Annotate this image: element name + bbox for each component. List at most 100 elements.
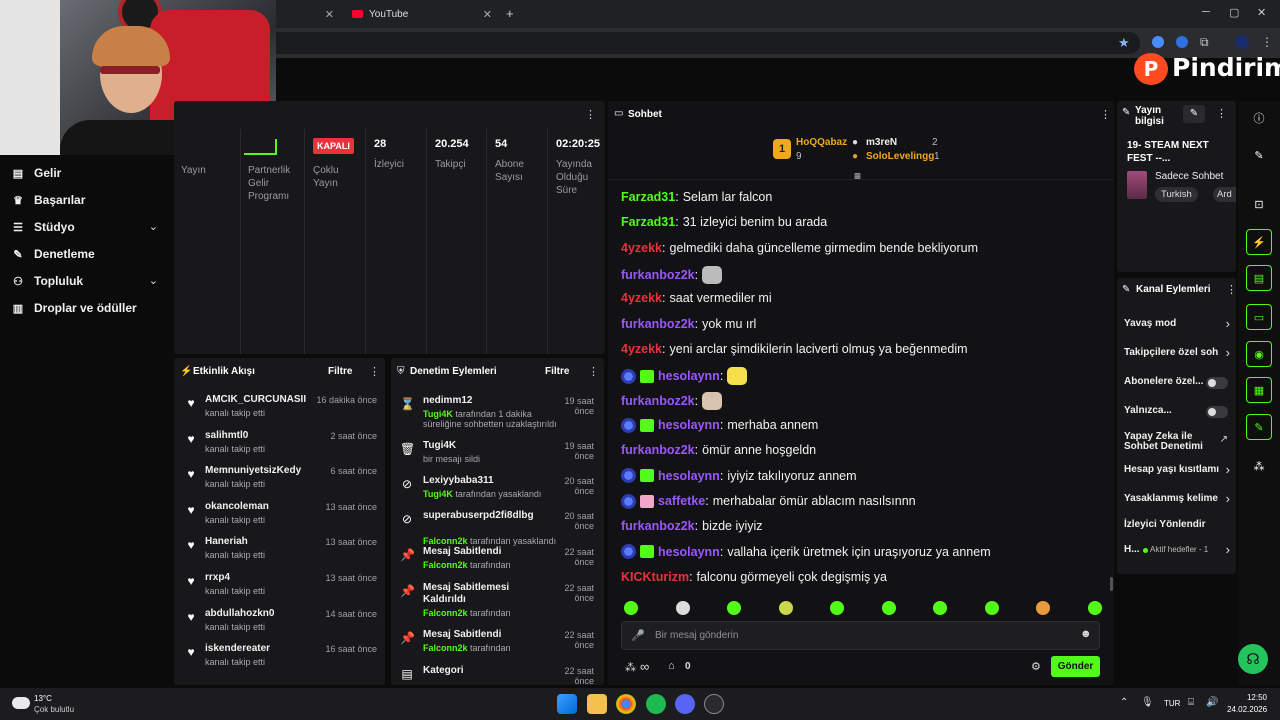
leader-name[interactable]: HoQQabaz <box>796 137 847 148</box>
leader-name[interactable]: SoloLevelingg <box>866 151 934 162</box>
channel-action-item[interactable]: Yavaş mod › <box>1117 316 1236 341</box>
chat-scrollbar[interactable] <box>1110 577 1113 591</box>
windows-start-icon[interactable] <box>557 694 577 714</box>
clock-time[interactable]: 12:50 <box>1245 693 1267 702</box>
chat-input-box[interactable]: 🎤 Bir mesaj gönderin ☻ <box>621 621 1100 650</box>
channel-action-item[interactable]: İzleyici Yönlendir <box>1117 520 1236 542</box>
stats-menu-icon[interactable]: ⋮ <box>585 108 596 121</box>
activity-user[interactable]: MemnuniyetsizKedy <box>205 465 301 476</box>
chat-message[interactable]: furkanboz2k: bizde iyiyiz <box>621 519 763 533</box>
chat-message[interactable]: Farzad31:31 izleyici benim bu arada <box>621 215 827 229</box>
emote-icon[interactable] <box>624 601 638 615</box>
tag-chip[interactable]: Ard <box>1213 187 1236 202</box>
activity-item[interactable]: ♥ salihmtl0 kanalı takip etti 2 saat önce <box>174 430 385 462</box>
network-icon[interactable]: ⌸ <box>1188 697 1194 708</box>
channel-action-item[interactable]: Abonelere özel... <box>1117 377 1236 399</box>
emote-icon[interactable] <box>933 601 947 615</box>
points-icon[interactable]: ⁂ <box>625 661 636 674</box>
chat-username[interactable]: 4yzekk <box>621 291 662 305</box>
chat-username[interactable]: furkanboz2k <box>621 268 695 282</box>
chat-message[interactable]: 4yzekk: saat vermediler mi <box>621 291 772 305</box>
chat-menu-icon[interactable]: ⋮ <box>1100 108 1111 121</box>
browser-tab-youtube[interactable]: YouTube ✕ <box>344 3 500 25</box>
lightning-icon[interactable]: ⚡ <box>1246 229 1272 255</box>
puzzle-icon[interactable]: ⧉ <box>1200 35 1209 50</box>
moderator-name[interactable]: Falconn2k <box>423 643 468 653</box>
moderator-name[interactable]: Tugi4K <box>423 489 453 499</box>
chevron-down-icon[interactable]: ⌄ <box>149 274 158 287</box>
menu-kebab-icon[interactable]: ⋮ <box>1261 35 1273 49</box>
chrome-icon[interactable] <box>616 694 636 714</box>
clock-date[interactable]: 24.02.2026 <box>1227 705 1267 714</box>
community-icon[interactable]: ⁂ <box>1246 453 1272 479</box>
nav-item-basarilar[interactable]: ♛ Başarılar <box>12 193 85 207</box>
emote-icon[interactable] <box>830 601 844 615</box>
chat-username[interactable]: furkanboz2k <box>621 519 695 533</box>
chevron-up-icon[interactable]: ⌃ <box>1120 697 1128 708</box>
activity-user[interactable]: abdullahozkn0 <box>205 608 274 619</box>
moderation-item[interactable]: 🗑 Tugi4K bir mesajı sildi 19 saat önce <box>391 440 604 474</box>
close-tab-icon[interactable]: ✕ <box>483 8 492 21</box>
chat-message[interactable]: furkanboz2k: yok mu ırl <box>621 317 756 331</box>
clipboard-icon[interactable]: ▤ <box>1246 265 1272 291</box>
chat-username[interactable]: Farzad31 <box>621 215 675 229</box>
channel-action-item[interactable]: Yapay Zeka ile Sohbet Denetimi ↗ <box>1117 432 1236 454</box>
emote-icon[interactable] <box>778 601 793 615</box>
chat-username[interactable]: 4yzekk <box>621 342 662 356</box>
moderation-menu-icon[interactable]: ⋮ <box>588 365 599 378</box>
activity-user[interactable]: salihmtl0 <box>205 430 248 441</box>
chat-username[interactable]: furkanboz2k <box>621 394 695 408</box>
category-name[interactable]: Sadece Sohbet <box>1155 171 1223 182</box>
chat-username[interactable]: hesolaynn <box>658 418 720 432</box>
chevron-right-icon[interactable]: › <box>1226 316 1230 331</box>
activity-item[interactable]: ♥ MemnuniyetsizKedy kanalı takip etti 6 saa… <box>174 465 385 497</box>
close-tab-icon[interactable]: ✕ <box>325 8 334 21</box>
chat-username[interactable]: hesolaynn <box>658 545 720 559</box>
chat-message[interactable]: KICKturizm: falconu görmeyeli çok degişmi… <box>621 570 887 584</box>
emote-icon[interactable] <box>1036 601 1050 615</box>
emote-icon[interactable] <box>1087 601 1102 615</box>
broadcast-icon[interactable]: ◉ <box>1246 341 1272 367</box>
new-tab-button[interactable]: + <box>506 6 514 21</box>
chat-username[interactable]: Farzad31 <box>621 190 675 204</box>
toggle-switch[interactable] <box>1206 377 1228 389</box>
chevron-right-icon[interactable]: › <box>1226 345 1230 360</box>
url-field[interactable] <box>150 32 1140 54</box>
activity-menu-icon[interactable]: ⋮ <box>369 365 380 378</box>
activity-item[interactable]: ♥ AMCIK_CURCUNASII kanalı takip etti 16 dak… <box>174 394 385 426</box>
emote-icon[interactable] <box>675 601 690 615</box>
toggle-switch[interactable] <box>1206 406 1228 418</box>
maximize-button[interactable]: ▢ <box>1229 6 1239 19</box>
channel-action-item[interactable]: H... Aktif hedefler - 1 › <box>1117 542 1236 567</box>
chat-message[interactable]: 4yzekk: yeni arclar şimdikilerin lacivert… <box>621 342 968 356</box>
activity-filter-button[interactable]: Filtre <box>328 366 352 377</box>
minimize-button[interactable]: ─ <box>1202 6 1210 18</box>
microphone-icon[interactable]: 🎤 <box>631 629 645 642</box>
chat-message[interactable]: hesolaynn: iyiyiz takılıyoruz annem <box>621 468 857 484</box>
external-link-icon[interactable]: ↗ <box>1220 434 1228 445</box>
nav-item-droplar[interactable]: ▥ Droplar ve ödüller <box>12 301 137 315</box>
profile-avatar[interactable] <box>1235 35 1249 49</box>
channel-action-item[interactable]: Yasaklanmış kelime › <box>1117 491 1236 516</box>
pencil-icon[interactable]: ✎ <box>1246 142 1272 168</box>
activity-user[interactable]: rrxp4 <box>205 572 230 583</box>
chat-username[interactable]: hesolaynn <box>658 369 720 383</box>
activity-item[interactable]: ♥ okancoleman kanalı takip etti 13 saat önc… <box>174 501 385 533</box>
volume-icon[interactable]: 🔊 <box>1206 697 1218 708</box>
extension-icon[interactable] <box>1152 36 1164 48</box>
activity-item[interactable]: ♥ rrxp4 kanalı takip etti 13 saat önce <box>174 572 385 604</box>
moderator-name[interactable]: Falconn2k <box>423 536 468 546</box>
chat-message[interactable]: saffetke: merhabalar ömür ablacım nasılsı… <box>621 493 916 509</box>
bookmark-star-icon[interactable]: ★ <box>1118 35 1130 51</box>
nav-item-denetleme[interactable]: ✎ Denetleme <box>12 247 94 261</box>
moderator-name[interactable]: Falconn2k <box>423 608 468 618</box>
moderation-filter-button[interactable]: Filtre <box>545 366 569 377</box>
moderation-item[interactable]: ⌛ nedimm12 Tugi4K tarafından 1 dakika süre… <box>391 395 604 429</box>
nav-item-topluluk[interactable]: ⚇ Topluluk <box>12 274 83 288</box>
chat-username[interactable]: hesolaynn <box>658 469 720 483</box>
file-explorer-icon[interactable] <box>587 694 607 714</box>
moderation-item[interactable]: ⊘ Lexiyybaba311 Tugi4K tarafından yasaklan… <box>391 475 604 509</box>
stream-info-menu-icon[interactable]: ⋮ <box>1216 107 1227 120</box>
chat-username[interactable]: furkanboz2k <box>621 443 695 457</box>
nav-item-gelir[interactable]: ▤ Gelir <box>12 166 62 180</box>
